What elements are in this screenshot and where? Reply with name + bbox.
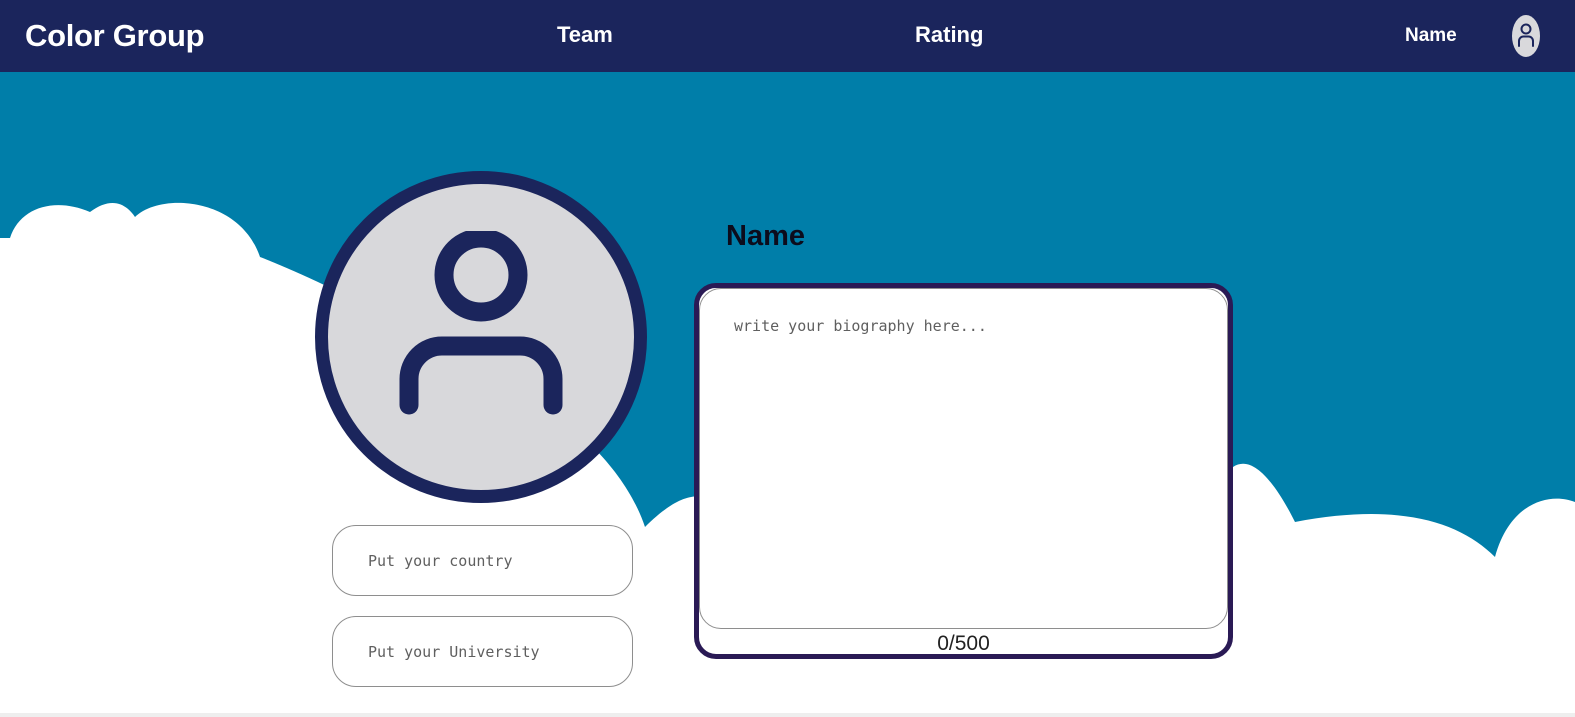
nav-avatar-button[interactable] — [1512, 15, 1540, 57]
top-navbar: Color Group Team Rating Name — [0, 0, 1575, 72]
nav-user-name[interactable]: Name — [1405, 25, 1457, 47]
bottom-divider — [0, 713, 1575, 717]
biography-char-counter: 0/500 — [937, 632, 990, 655]
biography-card: 0/500 — [694, 283, 1233, 659]
biography-textarea[interactable] — [699, 288, 1228, 629]
nav-link-rating[interactable]: Rating — [915, 22, 983, 48]
user-icon — [1518, 23, 1534, 47]
profile-name-heading: Name — [726, 220, 805, 252]
user-icon — [399, 231, 563, 415]
brand-logo[interactable]: Color Group — [25, 18, 205, 54]
university-input[interactable] — [332, 616, 633, 687]
country-input[interactable] — [332, 525, 633, 596]
nav-link-team[interactable]: Team — [557, 22, 613, 48]
profile-picture[interactable] — [315, 171, 647, 503]
